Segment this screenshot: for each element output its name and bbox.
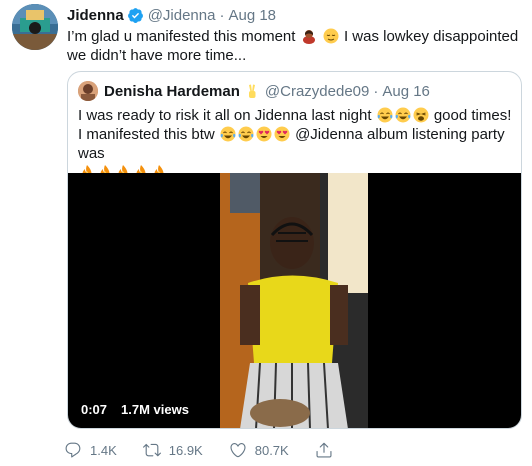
quoted-author-name[interactable]: Denisha Hardeman xyxy=(104,83,240,100)
tweet[interactable]: Jidenna @Jidenna · Aug 18 I’m glad u man… xyxy=(0,0,532,466)
quoted-tweet-text: I was ready to risk it all on Jidenna la… xyxy=(78,106,518,182)
like-count: 80.7K xyxy=(254,442,289,458)
author-name[interactable]: Jidenna xyxy=(67,7,124,24)
share-icon xyxy=(316,442,332,458)
author-handle[interactable]: @Jidenna xyxy=(148,7,216,24)
quoted-text-part1: I was ready to risk it all on Jidenna la… xyxy=(78,107,372,124)
tweet-date[interactable]: Aug 18 xyxy=(228,7,276,24)
quoted-tweet-header: Denisha Hardeman @Crazydede09 · Aug 16 xyxy=(78,81,430,101)
author-avatar[interactable] xyxy=(12,4,58,50)
reply-count: 1.4K xyxy=(90,442,117,458)
weary-face-emoji-icon xyxy=(413,107,429,123)
verified-badge-icon xyxy=(127,7,143,23)
separator-dot: · xyxy=(219,6,225,24)
woman-bowing-emoji-icon xyxy=(302,30,315,44)
emoji-group xyxy=(376,107,430,124)
like-button[interactable]: 80.7K xyxy=(229,441,289,459)
quoted-tweet[interactable]: Denisha Hardeman @Crazydede09 · Aug 16 I… xyxy=(67,71,522,429)
share-button[interactable] xyxy=(315,441,341,459)
heart-icon xyxy=(230,443,246,458)
video-player[interactable]: 0:07 1.7M views xyxy=(68,173,521,428)
video-overlay: 0:07 1.7M views xyxy=(76,400,194,420)
tweet-header: Jidenna @Jidenna · Aug 18 xyxy=(67,5,276,25)
tears-of-joy-emoji-icon xyxy=(395,107,411,123)
reply-icon xyxy=(65,442,81,458)
tweet-actions: 1.4K 16.9K 80.7K xyxy=(64,440,367,460)
video-thumbnail xyxy=(220,173,368,428)
reply-button[interactable]: 1.4K xyxy=(64,441,117,459)
quoted-author-avatar[interactable] xyxy=(78,81,98,101)
tears-of-joy-emoji-icon xyxy=(238,126,254,142)
tweet-text: I’m glad u manifested this moment I was … xyxy=(67,27,522,65)
tweet-text-part1: I’m glad u manifested this moment xyxy=(67,28,296,45)
relieved-face-emoji-icon xyxy=(323,28,339,44)
heart-eyes-emoji-icon xyxy=(256,126,272,142)
tears-of-joy-emoji-icon xyxy=(220,126,236,142)
heart-eyes-emoji-icon xyxy=(274,126,290,142)
tears-of-joy-emoji-icon xyxy=(377,107,393,123)
quoted-author-handle[interactable]: @Crazydede09 xyxy=(265,83,369,100)
quoted-tweet-date: Aug 16 xyxy=(382,82,430,100)
video-duration: 0:07 xyxy=(76,400,113,420)
retweet-icon xyxy=(142,443,161,457)
quoted-separator-dot: · xyxy=(373,82,379,100)
video-views: 1.7M views xyxy=(116,400,194,420)
retweet-button[interactable]: 16.9K xyxy=(142,441,203,459)
emoji-group xyxy=(219,126,291,143)
victory-hand-emoji-icon xyxy=(248,84,256,98)
retweet-count: 16.9K xyxy=(168,442,203,458)
